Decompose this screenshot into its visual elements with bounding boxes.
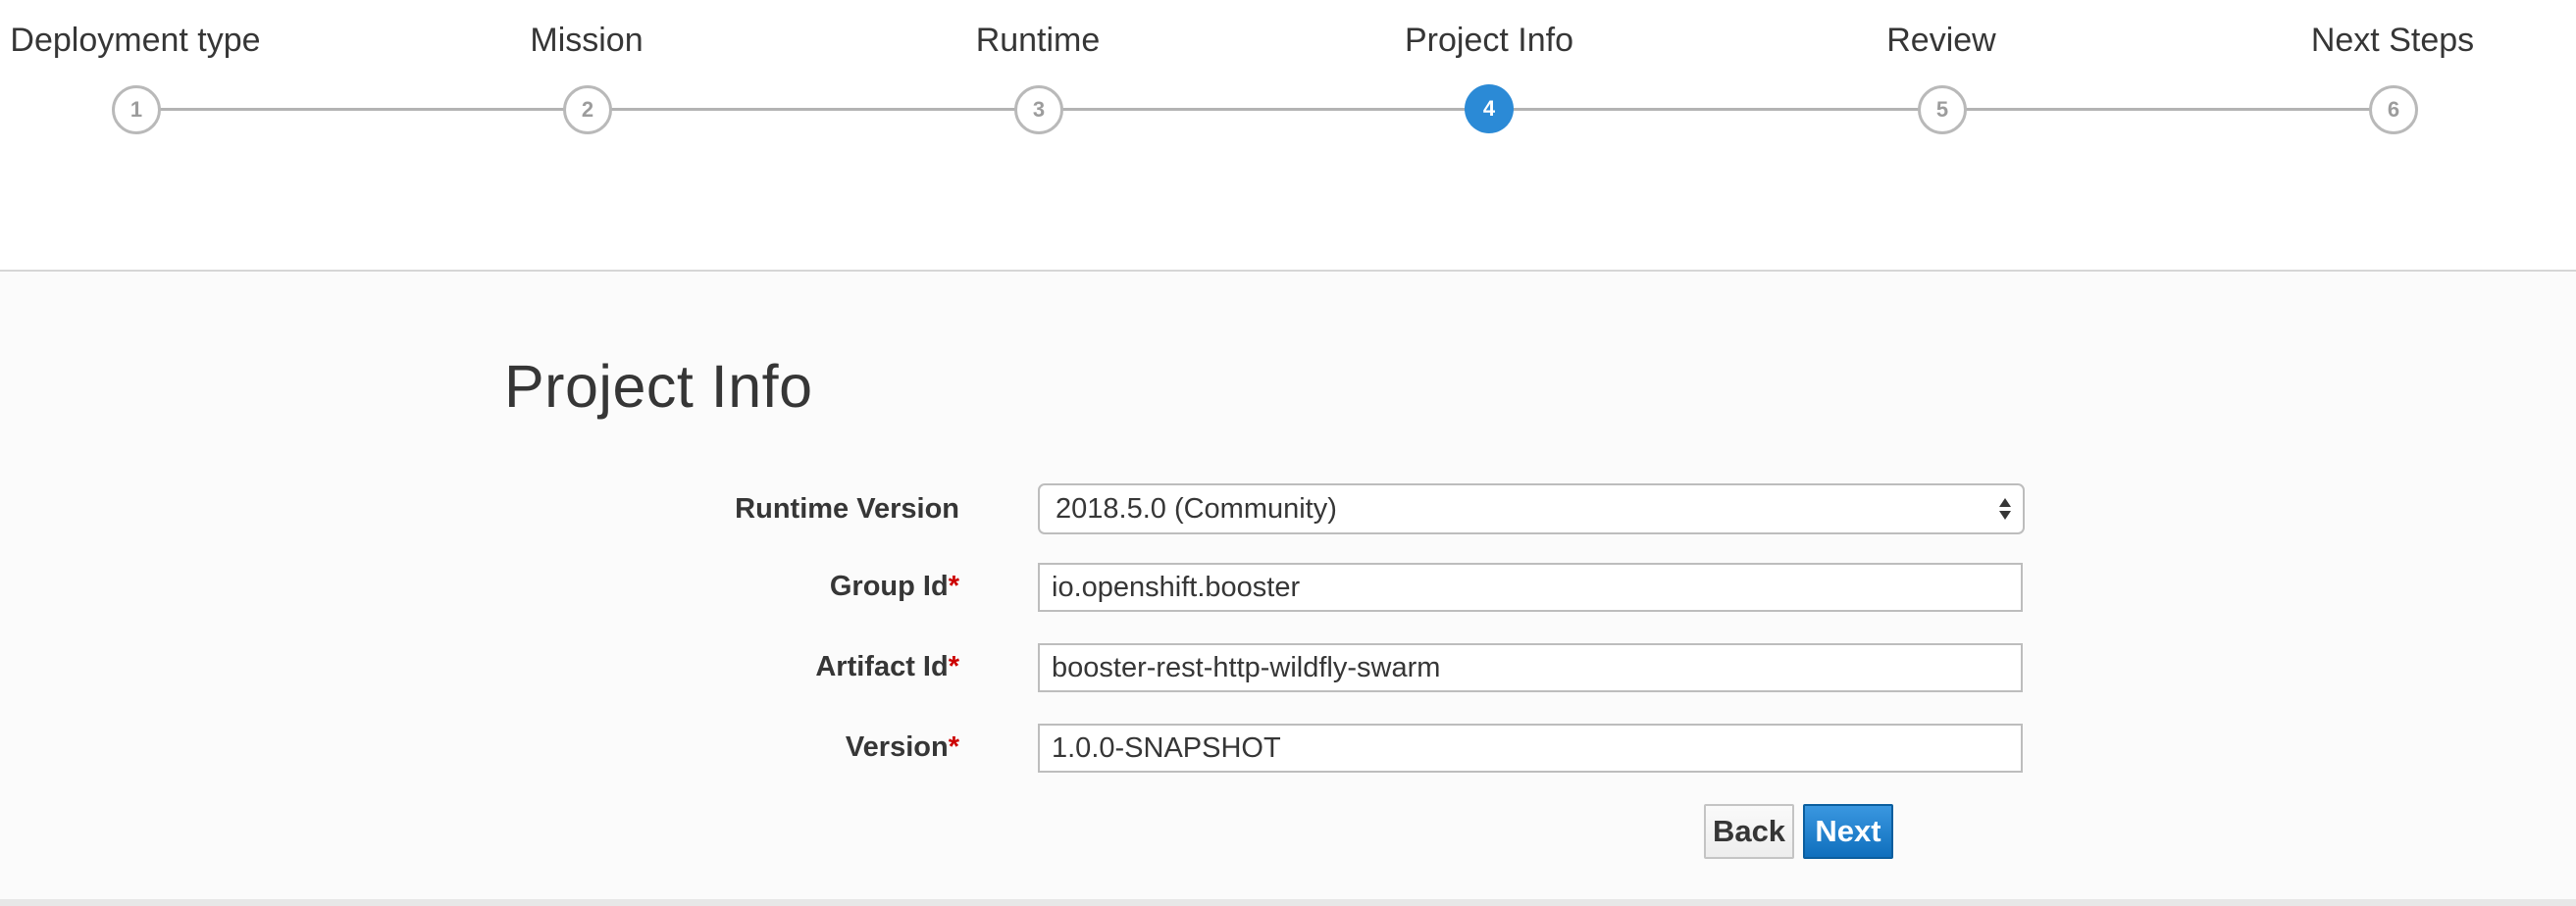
runtime-version-selected-value: 2018.5.0 (Community) xyxy=(1056,492,1337,525)
step-circle-4-active[interactable]: 4 xyxy=(1465,84,1514,133)
step-circle-2[interactable]: 2 xyxy=(563,85,612,134)
step-label-mission[interactable]: Mission xyxy=(371,22,802,60)
next-button[interactable]: Next xyxy=(1803,804,1893,859)
step-label-next-steps[interactable]: Next Steps xyxy=(2177,22,2576,60)
group-id-row: Group Id* xyxy=(0,563,2576,616)
artifact-id-input[interactable] xyxy=(1038,643,2023,692)
runtime-version-row: Runtime Version 2018.5.0 (Community) xyxy=(0,483,2576,536)
wizard-progress-line xyxy=(135,108,2394,111)
step-circle-6[interactable]: 6 xyxy=(2369,85,2418,134)
artifact-id-required-mark: * xyxy=(948,651,959,682)
runtime-version-label-text: Runtime Version xyxy=(735,493,959,525)
project-info-panel: Project Info Runtime Version 2018.5.0 (C… xyxy=(0,272,2576,899)
version-input[interactable] xyxy=(1038,724,2023,773)
version-required-mark: * xyxy=(948,731,959,763)
step-circle-1[interactable]: 1 xyxy=(112,85,161,134)
step-label-runtime[interactable]: Runtime xyxy=(822,22,1254,60)
step-label-deployment-type[interactable]: Deployment type xyxy=(0,22,351,60)
artifact-id-label: Artifact Id* xyxy=(815,651,959,683)
group-id-label-text: Group Id xyxy=(829,571,949,602)
step-circle-3[interactable]: 3 xyxy=(1014,85,1063,134)
step-label-review[interactable]: Review xyxy=(1726,22,2157,60)
artifact-id-label-text: Artifact Id xyxy=(815,651,949,682)
version-label-text: Version xyxy=(845,731,949,763)
wizard-steps: Deployment type 1 Mission 2 Runtime 3 Pr… xyxy=(0,0,2576,272)
group-id-label: Group Id* xyxy=(830,571,959,603)
back-button[interactable]: Back xyxy=(1704,804,1794,859)
group-id-required-mark: * xyxy=(948,571,959,602)
page: Deployment type 1 Mission 2 Runtime 3 Pr… xyxy=(0,0,2576,906)
runtime-version-label: Runtime Version xyxy=(735,493,959,526)
artifact-id-row: Artifact Id* xyxy=(0,643,2576,696)
step-label-project-info[interactable]: Project Info xyxy=(1273,22,1705,60)
page-title: Project Info xyxy=(504,353,813,420)
select-arrows-icon xyxy=(1999,498,2011,520)
step-circle-5[interactable]: 5 xyxy=(1918,85,1967,134)
runtime-version-select[interactable]: 2018.5.0 (Community) xyxy=(1038,483,2025,534)
version-label: Version* xyxy=(846,731,959,764)
group-id-input[interactable] xyxy=(1038,563,2023,612)
bottom-border xyxy=(0,899,2576,906)
version-row: Version* xyxy=(0,724,2576,777)
